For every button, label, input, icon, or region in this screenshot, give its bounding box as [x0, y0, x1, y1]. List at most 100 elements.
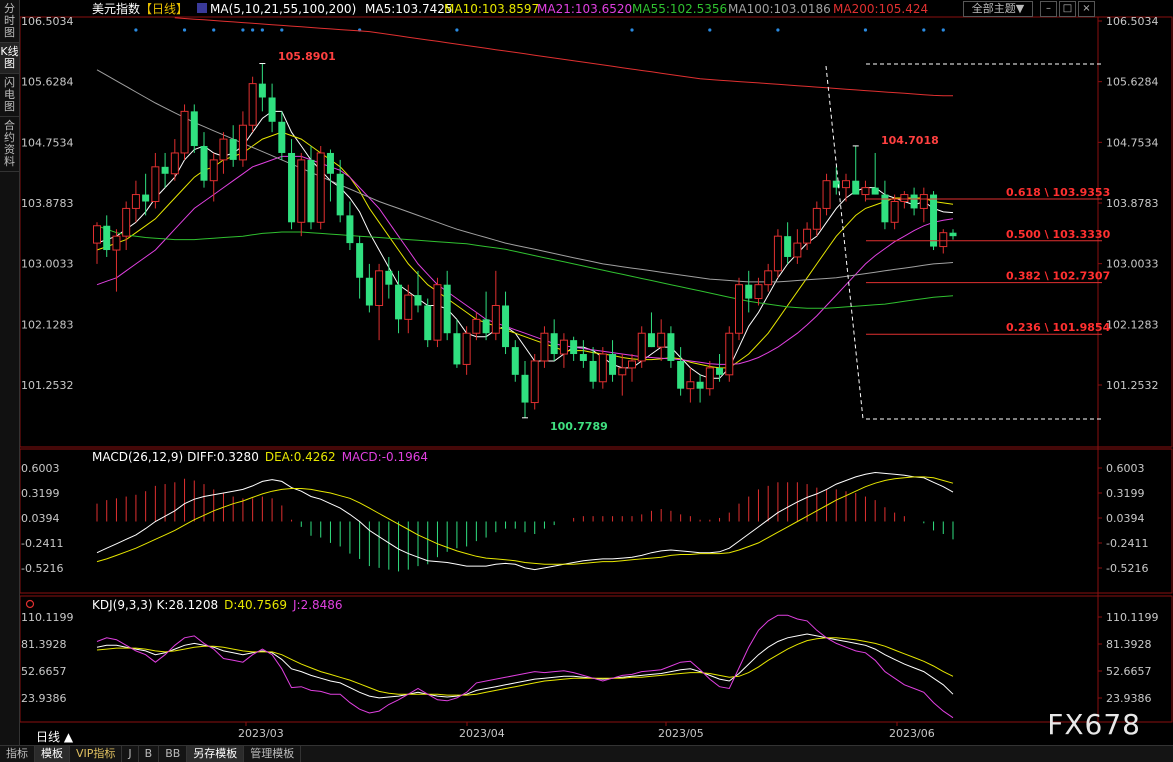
- candle-up[interactable]: [180, 110, 189, 154]
- candle-up[interactable]: [472, 318, 481, 334]
- candle-down[interactable]: [521, 374, 529, 403]
- theme-dropdown-button[interactable]: 全部主题▼: [963, 1, 1033, 17]
- candle-down[interactable]: [745, 284, 753, 299]
- candle-down[interactable]: [385, 270, 393, 285]
- candle-up[interactable]: [686, 381, 695, 390]
- candle-up[interactable]: [939, 232, 948, 248]
- candle-up[interactable]: [900, 194, 909, 202]
- candle-up[interactable]: [598, 353, 607, 383]
- candle-down[interactable]: [667, 333, 675, 361]
- candle-down[interactable]: [852, 180, 860, 195]
- candle-down[interactable]: [278, 121, 286, 153]
- candle-up[interactable]: [764, 270, 773, 286]
- candle-up[interactable]: [462, 332, 471, 365]
- candle-down[interactable]: [647, 333, 655, 348]
- candle-up[interactable]: [705, 367, 714, 390]
- candle-up[interactable]: [861, 187, 870, 196]
- candle-up[interactable]: [812, 207, 821, 230]
- candle-up[interactable]: [754, 284, 763, 300]
- candle-up[interactable]: [540, 332, 549, 362]
- candle-down[interactable]: [346, 215, 354, 244]
- candle-up[interactable]: [122, 207, 131, 237]
- candle-up[interactable]: [297, 159, 306, 223]
- minimize-button[interactable]: –: [1040, 1, 1057, 17]
- candle-up[interactable]: [93, 225, 101, 244]
- tab-bb[interactable]: BB: [159, 746, 188, 762]
- candle-up[interactable]: [316, 152, 325, 223]
- candle-down[interactable]: [326, 152, 334, 174]
- candle-down[interactable]: [949, 232, 957, 237]
- tab-vip-indicator[interactable]: VIP指标: [70, 746, 123, 762]
- candle-up[interactable]: [151, 166, 160, 202]
- candle-down[interactable]: [570, 340, 578, 355]
- candle-up[interactable]: [404, 294, 413, 320]
- candle-up[interactable]: [890, 200, 899, 223]
- candle-up[interactable]: [842, 180, 850, 189]
- candle-up[interactable]: [530, 360, 539, 404]
- candle-down[interactable]: [677, 360, 685, 389]
- candle-up[interactable]: [822, 180, 831, 209]
- tab-j[interactable]: J: [122, 746, 139, 762]
- candle-down[interactable]: [365, 277, 373, 306]
- candle-down[interactable]: [161, 166, 169, 174]
- macd-pane[interactable]: 0.6003 0.6003 0.3199 0.3199 0.0394 0.0394 -0.2…: [21, 462, 1148, 575]
- sidebar-tab-flash[interactable]: 闪电图: [0, 74, 19, 117]
- candle-up[interactable]: [657, 332, 666, 348]
- maximize-button[interactable]: □: [1059, 1, 1076, 17]
- tab-indicator[interactable]: 指标: [0, 746, 35, 762]
- kdj-settings-icon[interactable]: [25, 599, 35, 609]
- candle-down[interactable]: [930, 194, 938, 247]
- candle-down[interactable]: [453, 333, 461, 365]
- candle-down[interactable]: [443, 284, 451, 334]
- candle-up[interactable]: [238, 124, 247, 161]
- candle-down[interactable]: [784, 236, 792, 257]
- candle-down[interactable]: [910, 194, 918, 209]
- candle-down[interactable]: [336, 173, 344, 216]
- candle-up[interactable]: [219, 138, 228, 161]
- candle-down[interactable]: [258, 83, 266, 98]
- candle-up[interactable]: [803, 228, 812, 244]
- candle-down[interactable]: [424, 305, 432, 341]
- candle-up[interactable]: [725, 332, 734, 376]
- candle-down[interactable]: [696, 381, 704, 389]
- candle-down[interactable]: [288, 152, 296, 223]
- close-button[interactable]: ×: [1078, 1, 1095, 17]
- sidebar-tab-kline[interactable]: K线图: [0, 43, 19, 74]
- candle-down[interactable]: [268, 97, 276, 122]
- sidebar-tab-contract[interactable]: 合约资料: [0, 117, 19, 172]
- candle-down[interactable]: [307, 159, 315, 223]
- tab-template[interactable]: 模板: [35, 746, 70, 762]
- candle-down[interactable]: [356, 243, 364, 278]
- candle-down[interactable]: [609, 354, 617, 375]
- candle-up[interactable]: [618, 367, 627, 376]
- price-pane[interactable]: 106.5034 106.5034 105.6284 105.6284 104.7534…: [21, 15, 1159, 420]
- kdj-pane[interactable]: 110.1199 110.1199 81.3928 81.3928 52.6657 52.…: [21, 611, 1159, 719]
- candle-down[interactable]: [103, 225, 111, 251]
- candle-up[interactable]: [491, 304, 500, 334]
- candle-up[interactable]: [248, 83, 257, 126]
- candle-down[interactable]: [871, 187, 879, 195]
- candle-up[interactable]: [559, 339, 568, 355]
- candle-down[interactable]: [414, 295, 422, 306]
- candle-up[interactable]: [433, 284, 442, 341]
- candle-down[interactable]: [142, 194, 150, 202]
- candle-up[interactable]: [628, 360, 636, 369]
- candle-up[interactable]: [773, 235, 782, 272]
- candle-up[interactable]: [209, 159, 218, 182]
- candle-up[interactable]: [793, 242, 802, 258]
- candle-up[interactable]: [112, 235, 121, 251]
- sidebar-tab-timeshare[interactable]: 分时图: [0, 0, 19, 43]
- candle-down[interactable]: [511, 347, 519, 375]
- candle-down[interactable]: [589, 360, 597, 382]
- ma-settings-icon[interactable]: [197, 3, 207, 13]
- candle-down[interactable]: [229, 139, 237, 160]
- tab-save-template[interactable]: 另存模板: [187, 746, 245, 762]
- candle-down[interactable]: [716, 367, 724, 375]
- candle-down[interactable]: [579, 354, 587, 361]
- candle-up[interactable]: [637, 332, 646, 362]
- candle-up[interactable]: [170, 152, 179, 175]
- tab-manage-template[interactable]: 管理模板: [244, 746, 302, 762]
- candle-up[interactable]: [735, 284, 743, 334]
- candle-down[interactable]: [502, 305, 510, 348]
- period-selector[interactable]: 日线 ▲: [36, 728, 73, 745]
